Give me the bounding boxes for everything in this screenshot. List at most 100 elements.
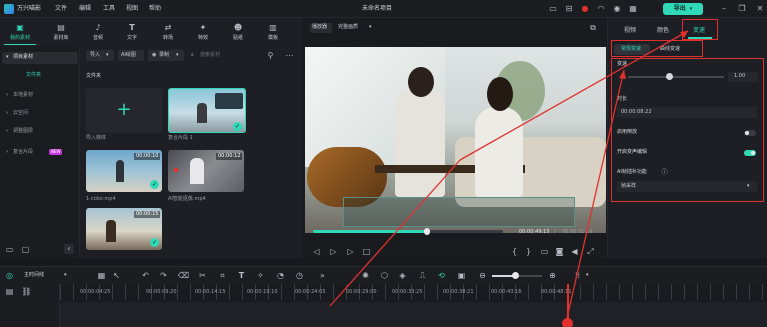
grid-view-icon[interactable]: ⁞⁞ bbox=[573, 271, 582, 280]
tab-color[interactable]: 颜色 bbox=[657, 28, 669, 34]
playhead-handle[interactable] bbox=[562, 318, 573, 327]
selection-box[interactable] bbox=[343, 197, 575, 227]
tab-label: 文字 bbox=[126, 35, 137, 41]
tab-library[interactable]: ▤ 素材库 bbox=[45, 21, 77, 45]
effects-tool-icon[interactable]: ✧ bbox=[256, 271, 265, 280]
menu-help[interactable]: 帮助 bbox=[149, 6, 161, 12]
library-icon: ▤ bbox=[57, 23, 65, 32]
play-icon[interactable]: ▷ bbox=[329, 247, 338, 256]
sidebar-item-label: 调整图层 bbox=[13, 128, 34, 134]
crop-icon[interactable]: ⌗ bbox=[218, 271, 227, 280]
progress-handle[interactable] bbox=[424, 228, 430, 235]
text-tool-icon[interactable]: T bbox=[237, 271, 246, 280]
compound-clip-tile[interactable]: ✓ bbox=[168, 88, 246, 133]
folder-add-icon[interactable]: ▭ bbox=[5, 245, 14, 254]
sidebar-item-adjustment[interactable]: › 调整图层 bbox=[2, 127, 78, 137]
volume-icon[interactable]: ◀ bbox=[570, 247, 579, 256]
undo-icon[interactable]: ↶ bbox=[141, 271, 150, 280]
camera-icon[interactable]: ◙ bbox=[555, 247, 564, 256]
save-icon[interactable]: ⊟ bbox=[564, 4, 574, 14]
sidebar-item-cloud[interactable]: › 云空间 bbox=[2, 109, 78, 119]
effects-icon: ✦ bbox=[199, 23, 207, 32]
tab-stickers[interactable]: ☻ 贴纸 bbox=[222, 21, 254, 45]
record-icon[interactable]: ● bbox=[580, 4, 590, 14]
minimize-icon[interactable]: – bbox=[719, 4, 729, 14]
monitor-icon[interactable]: ▭ bbox=[548, 4, 558, 14]
marker-icon[interactable]: ⬡ bbox=[380, 271, 389, 280]
chevron-down-icon[interactable]: ▾ bbox=[64, 273, 67, 278]
snapshot-icon[interactable]: ⧉ bbox=[588, 23, 598, 33]
mic-icon[interactable]: ⎍ bbox=[418, 271, 427, 280]
render-icon[interactable]: ✺ bbox=[361, 271, 370, 280]
stop-icon[interactable]: □ bbox=[362, 247, 371, 256]
display-icon[interactable]: ▭ bbox=[540, 247, 549, 256]
tab-my-media[interactable]: ▣ 我的素材 bbox=[4, 21, 36, 45]
import-button[interactable]: 导入 ▾ bbox=[86, 50, 114, 61]
media-tile-clip[interactable]: 00:00:15 ✓ bbox=[86, 208, 162, 250]
menu-file[interactable]: 文件 bbox=[55, 6, 67, 12]
mark-in-icon[interactable]: { bbox=[510, 247, 519, 256]
close-icon[interactable]: ✕ bbox=[755, 4, 765, 14]
headset-icon[interactable]: ◠ bbox=[596, 4, 606, 14]
tab-video[interactable]: 视频 bbox=[624, 28, 636, 34]
layout-icon[interactable]: ▦ bbox=[97, 271, 106, 280]
link-icon[interactable]: ⛓ bbox=[21, 287, 31, 296]
clip-person-shape bbox=[197, 103, 207, 123]
import-media-tile[interactable]: + bbox=[86, 88, 162, 133]
clip-person-shape bbox=[190, 158, 204, 184]
ai-draw-button[interactable]: AI绘图 bbox=[118, 50, 144, 61]
media-tab-bar: ▣ 我的素材 ▤ 素材库 ♪ 音频 T 文字 ⇄ 转场 ✦ 特效 ☻ 贴纸 ▥ bbox=[0, 18, 303, 46]
sidebar-item-folder[interactable]: 文件夹 bbox=[26, 73, 41, 78]
account-icon[interactable]: ◉ bbox=[612, 4, 622, 14]
sidebar-item-local[interactable]: › 本地素材 bbox=[2, 91, 78, 101]
delete-icon[interactable]: ⌫ bbox=[178, 271, 189, 280]
sidebar-item-compound[interactable]: › 复合片段 NEW bbox=[2, 148, 78, 158]
search-input[interactable]: ⌕ 搜索素材 bbox=[188, 50, 260, 61]
sidebar-item-project-media[interactable]: ▾ 项目素材 bbox=[2, 52, 78, 64]
maximize-icon[interactable]: ❐ bbox=[737, 4, 747, 14]
fit-icon[interactable]: ⊖ bbox=[478, 271, 487, 280]
speed-tool-icon[interactable]: ◔ bbox=[276, 271, 285, 280]
zoom-slider-handle[interactable] bbox=[512, 272, 519, 279]
export-button[interactable]: 导出 ▾ bbox=[663, 3, 703, 15]
add-track-icon[interactable]: ▤ bbox=[5, 287, 14, 296]
clock-icon[interactable]: ◷ bbox=[295, 271, 304, 280]
playback-progress[interactable] bbox=[313, 228, 503, 235]
next-frame-icon[interactable]: ▷ bbox=[346, 247, 355, 256]
more-icon[interactable]: ⋯ bbox=[285, 51, 294, 60]
menu-view[interactable]: 视图 bbox=[126, 6, 138, 12]
record-button[interactable]: ◉ 录制 ▾ bbox=[148, 50, 184, 61]
more-tools-icon[interactable]: » bbox=[318, 271, 327, 280]
grid-icon[interactable]: ▦ bbox=[628, 4, 638, 14]
zoom-slider[interactable] bbox=[492, 272, 542, 279]
snap-icon[interactable]: ⟲ bbox=[437, 271, 446, 280]
media-tile-1-color[interactable]: 00:00:10 ✓ bbox=[86, 150, 162, 192]
split-icon[interactable]: ✂ bbox=[198, 271, 207, 280]
redo-icon[interactable]: ↷ bbox=[159, 271, 168, 280]
tab-transitions[interactable]: ⇄ 转场 bbox=[152, 21, 184, 45]
select-tool-icon[interactable]: ↖ bbox=[112, 271, 121, 280]
zoom-in-icon[interactable]: ⊕ bbox=[548, 271, 557, 280]
prev-frame-icon[interactable]: ◁ bbox=[312, 247, 321, 256]
color-icon[interactable]: ◈ bbox=[398, 271, 407, 280]
chevron-down-icon[interactable]: ▾ bbox=[586, 273, 589, 278]
tab-templates[interactable]: ▥ 模板 bbox=[257, 21, 289, 45]
quality-select[interactable]: 完整画质 ▾ bbox=[336, 23, 376, 33]
menu-edit[interactable]: 编辑 bbox=[79, 6, 91, 12]
collapse-icon[interactable]: ‹ bbox=[64, 244, 74, 254]
menu-tools[interactable]: 工具 bbox=[103, 6, 115, 12]
clip-icon[interactable]: ▣ bbox=[457, 271, 466, 280]
fullscreen-icon[interactable]: ⤢ bbox=[586, 247, 595, 256]
tab-effects[interactable]: ✦ 特效 bbox=[187, 21, 219, 45]
media-tile-ai-cutout[interactable]: 00:00:12 bbox=[168, 150, 244, 192]
tab-text[interactable]: T 文字 bbox=[116, 21, 148, 45]
duration-badge: 00:00:10 bbox=[134, 153, 161, 160]
record-label: 录制 bbox=[159, 52, 170, 58]
filter-icon[interactable]: ⚲ bbox=[266, 51, 275, 60]
duration-badge: 00:00:15 bbox=[134, 211, 161, 218]
main-track-icon: ◎ bbox=[6, 270, 13, 280]
template-icon: ▥ bbox=[269, 23, 277, 32]
mark-out-icon[interactable]: } bbox=[524, 247, 533, 256]
tab-audio[interactable]: ♪ 音频 bbox=[82, 21, 114, 45]
delete-folder-icon[interactable]: ▢ bbox=[21, 245, 30, 254]
